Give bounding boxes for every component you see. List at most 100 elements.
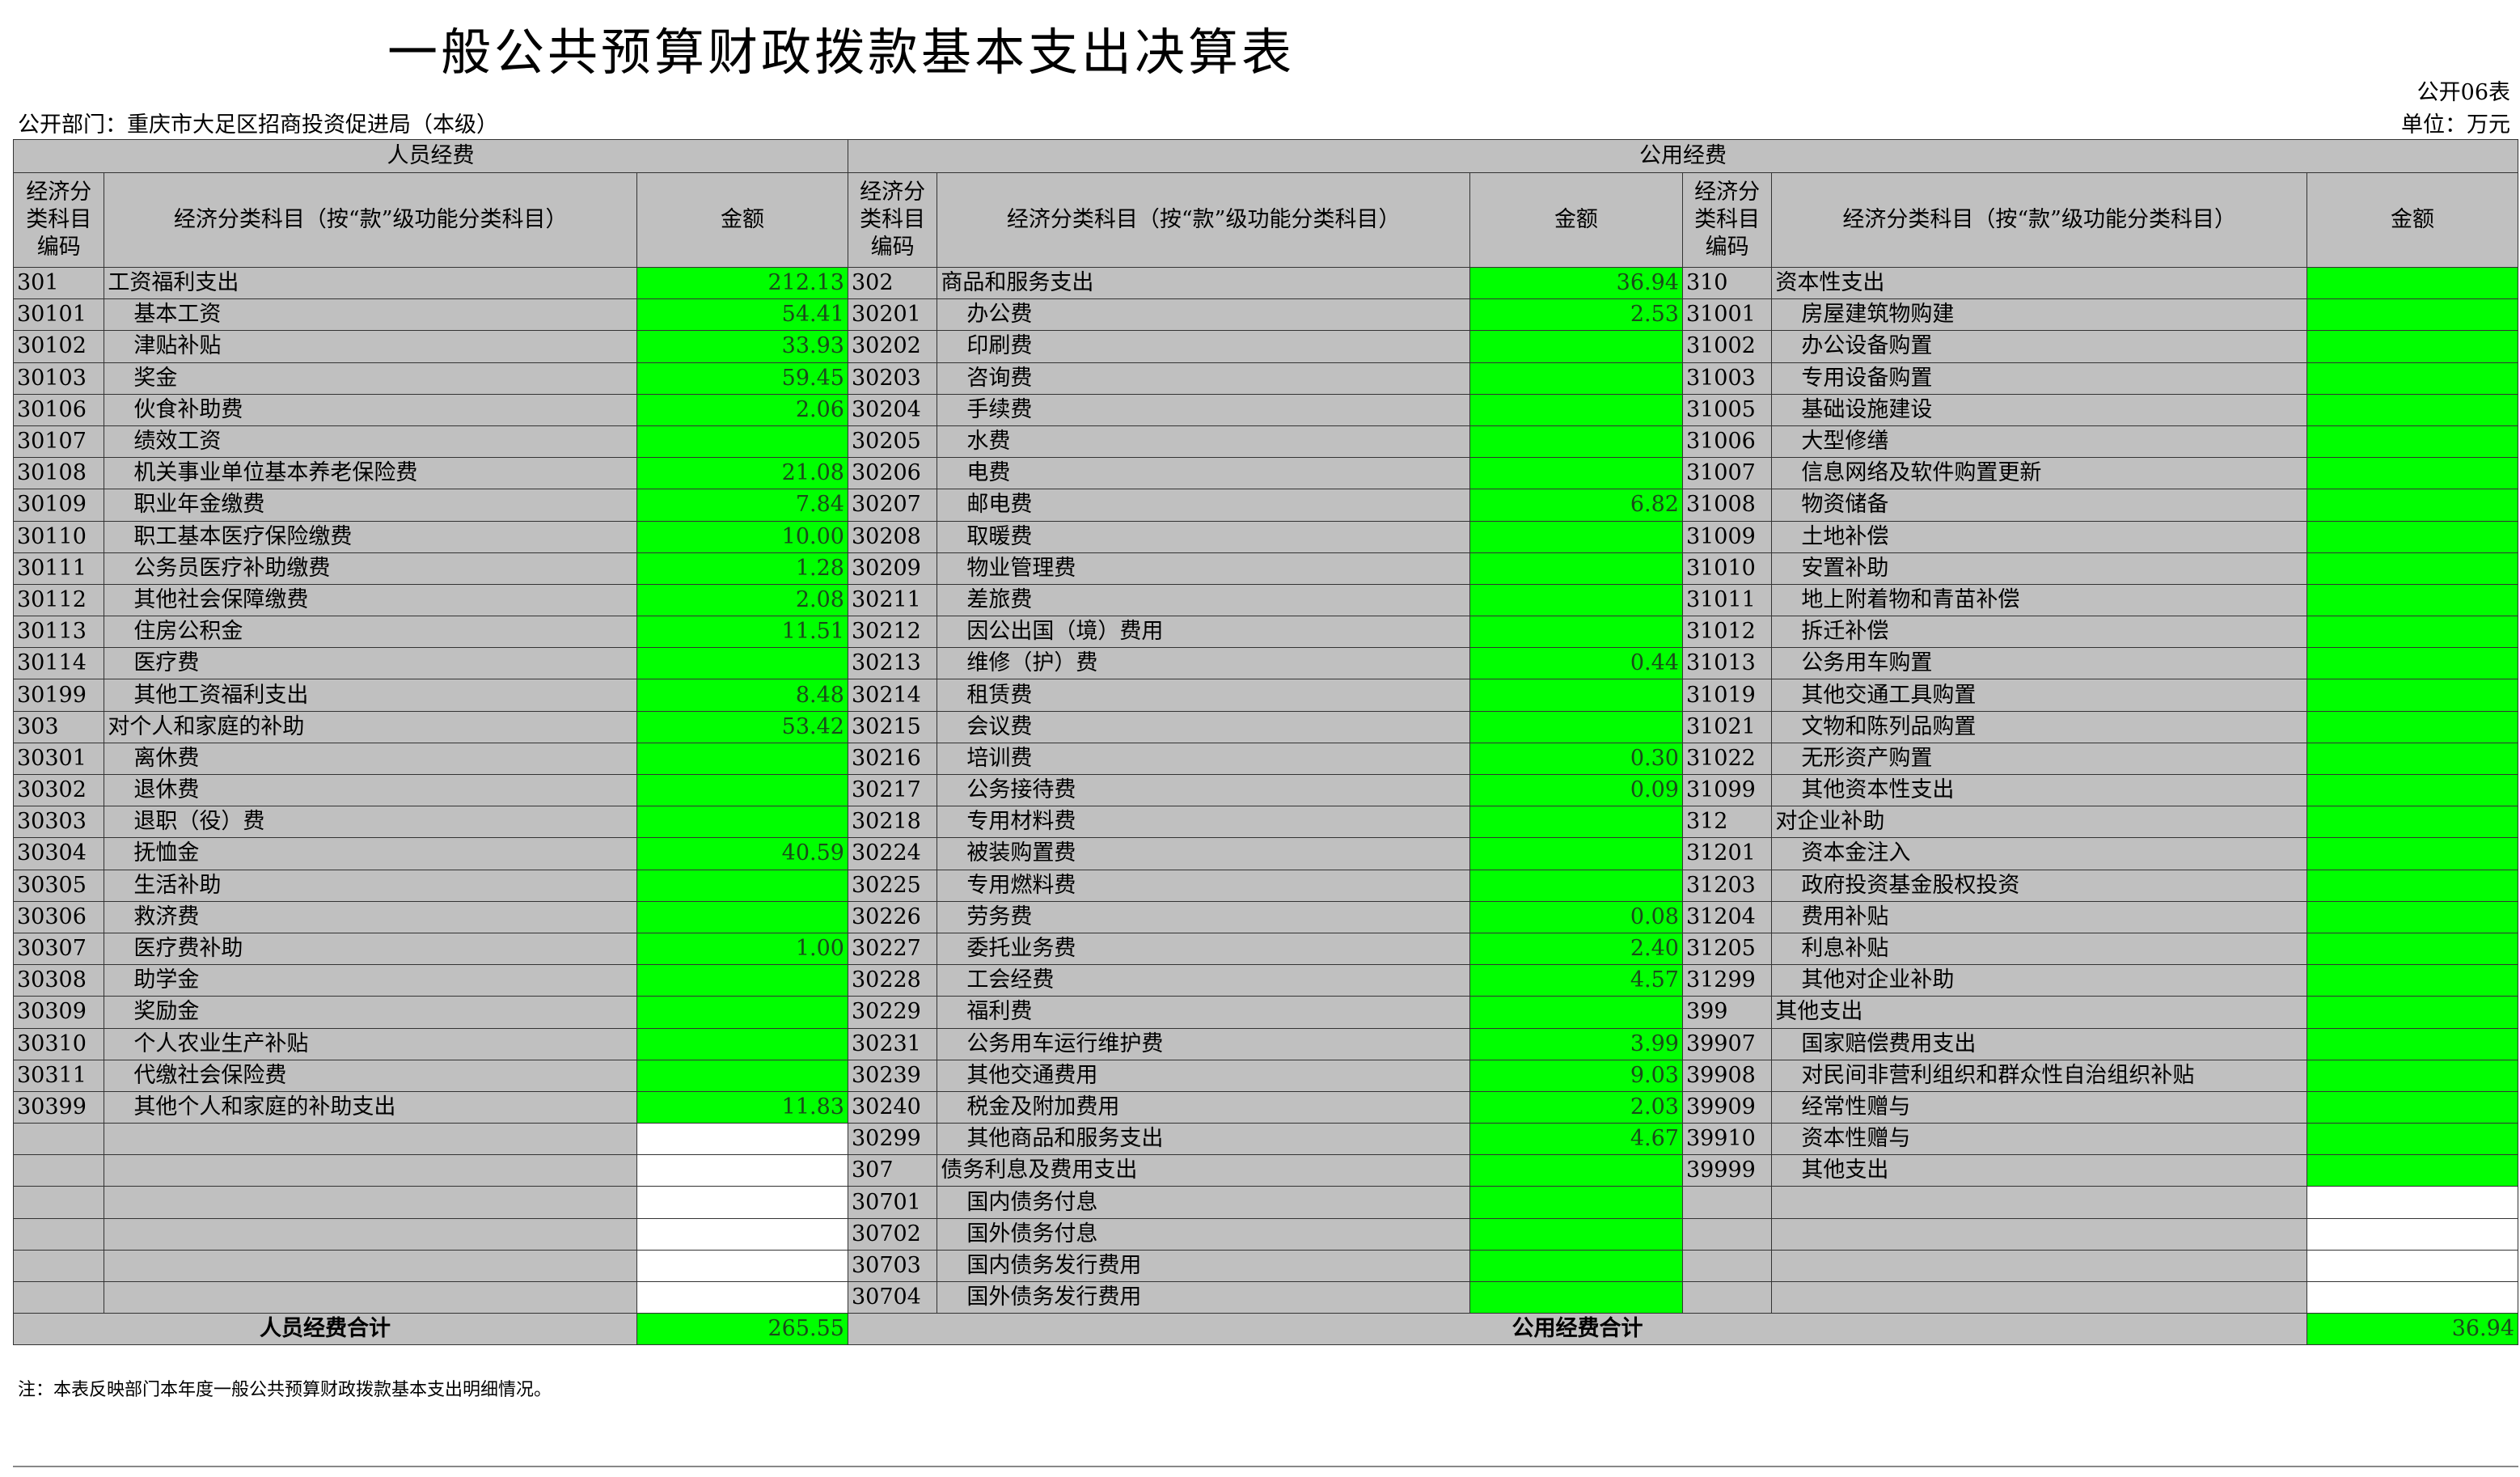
code-cell: 30305 <box>12 869 105 902</box>
item-name-cell: 税金及附加费用 <box>937 1090 1470 1124</box>
code-cell: 312 <box>1681 806 1773 839</box>
amount-cell <box>1469 1249 1683 1283</box>
name-header: 经济分类科目（按“款”级功能分类科目） <box>937 172 1470 268</box>
code-cell: 30306 <box>12 900 105 933</box>
amount-cell <box>2306 1059 2519 1092</box>
item-name-cell <box>104 1186 637 1219</box>
amount-cell <box>1469 1217 1683 1251</box>
item-name-cell: 办公设备购置 <box>1771 330 2307 363</box>
code-cell: 31005 <box>1681 393 1773 426</box>
item-name-cell: 大型修缮 <box>1771 425 2307 459</box>
amount-header: 金额 <box>636 172 848 268</box>
table-row: 30303 退职（役）费 30218 专用材料费 312 对企业补助 <box>12 806 2519 839</box>
code-cell: 30204 <box>847 393 938 426</box>
footnote: 注：本表反映部门本年度一般公共预算财政拨款基本支出明细情况。 <box>18 1380 552 1400</box>
item-name-cell: 国内债务付息 <box>937 1186 1470 1219</box>
code-cell <box>12 1249 105 1283</box>
name-header: 经济分类科目（按“款”级功能分类科目） <box>104 172 637 268</box>
amount-cell <box>2306 1280 2519 1314</box>
code-cell: 30209 <box>847 552 938 585</box>
code-cell: 30311 <box>12 1059 105 1092</box>
code-cell: 30310 <box>12 1027 105 1060</box>
amount-cell <box>1469 520 1683 553</box>
item-name-cell: 其他商品和服务支出 <box>937 1123 1470 1156</box>
amount-cell <box>2306 932 2519 966</box>
item-name-cell: 离休费 <box>104 742 637 776</box>
code-cell: 30111 <box>12 552 105 585</box>
code-header: 经济分类科目编码 <box>12 172 105 268</box>
code-cell: 30107 <box>12 425 105 459</box>
amount-cell <box>1469 837 1683 870</box>
code-cell: 30304 <box>12 837 105 870</box>
code-cell: 30201 <box>847 298 938 332</box>
amount-cell <box>1469 616 1683 649</box>
code-cell: 31011 <box>1681 583 1773 617</box>
item-name-cell: 商品和服务支出 <box>937 266 1470 300</box>
code-cell: 31009 <box>1681 520 1773 553</box>
item-name-cell <box>1771 1186 2307 1219</box>
amount-cell <box>2306 616 2519 649</box>
item-name-cell: 资本金注入 <box>1771 837 2307 870</box>
code-cell: 30206 <box>847 457 938 490</box>
amount-cell: 33.93 <box>636 330 848 363</box>
code-cell: 39910 <box>1681 1123 1773 1156</box>
table-row: 301 工资福利支出 212.13 302 商品和服务支出 36.94 310 资本性支出 <box>12 266 2519 300</box>
item-name-cell: 经常性赠与 <box>1771 1090 2307 1124</box>
amount-cell <box>1469 996 1683 1029</box>
table-row: 30111 公务员医疗补助缴费 1.28 30209 物业管理费 31010 安置补助 <box>12 552 2519 585</box>
table-row: 30306 救济费 30226 劳务费 0.08 31204 费用补贴 <box>12 900 2519 933</box>
code-cell: 39908 <box>1681 1059 1773 1092</box>
item-name-cell: 基础设施建设 <box>1771 393 2307 426</box>
amount-cell <box>2306 489 2519 522</box>
amount-cell <box>2306 457 2519 490</box>
amount-cell: 0.09 <box>1469 773 1683 807</box>
amount-cell: 3.99 <box>1469 1027 1683 1060</box>
code-cell: 30231 <box>847 1027 938 1060</box>
item-name-cell: 费用补贴 <box>1771 900 2307 933</box>
code-cell: 39907 <box>1681 1027 1773 1060</box>
amount-cell: 2.53 <box>1469 298 1683 332</box>
code-cell: 31002 <box>1681 330 1773 363</box>
code-cell: 302 <box>847 266 938 300</box>
amount-cell <box>636 869 848 902</box>
item-name-cell: 其他工资福利支出 <box>104 679 637 712</box>
amount-cell: 21.08 <box>636 457 848 490</box>
amount-cell: 4.67 <box>1469 1123 1683 1156</box>
item-name-cell: 退休费 <box>104 773 637 807</box>
table-row: 303 对个人和家庭的补助 53.42 30215 会议费 31021 文物和陈列品购置 <box>12 710 2519 743</box>
table-row: 30108 机关事业单位基本养老保险费 21.08 30206 电费 31007 信息网络及… <box>12 457 2519 490</box>
item-name-cell: 政府投资基金股权投资 <box>1771 869 2307 902</box>
code-header: 经济分类科目编码 <box>847 172 938 268</box>
code-cell <box>1681 1217 1773 1251</box>
table-row: 30102 津贴补贴 33.93 30202 印刷费 31002 办公设备购置 <box>12 330 2519 363</box>
item-name-cell <box>1771 1280 2307 1314</box>
item-name-cell: 公务员医疗补助缴费 <box>104 552 637 585</box>
item-name-cell: 其他支出 <box>1771 996 2307 1029</box>
code-cell: 30106 <box>12 393 105 426</box>
item-name-cell: 取暖费 <box>937 520 1470 553</box>
item-name-cell: 地上附着物和青苗补偿 <box>1771 583 2307 617</box>
amount-cell <box>2306 679 2519 712</box>
amount-cell <box>636 1059 848 1092</box>
item-name-cell: 租赁费 <box>937 679 1470 712</box>
amount-cell: 0.44 <box>1469 647 1683 680</box>
item-name-cell: 专用材料费 <box>937 806 1470 839</box>
code-cell: 30101 <box>12 298 105 332</box>
item-name-cell: 其他支出 <box>1771 1154 2307 1187</box>
code-cell <box>1681 1249 1773 1283</box>
personnel-group-header: 人员经费 <box>13 139 848 173</box>
code-cell: 30112 <box>12 583 105 617</box>
amount-cell <box>636 742 848 776</box>
code-cell: 30303 <box>12 806 105 839</box>
code-cell: 31201 <box>1681 837 1773 870</box>
code-cell: 31019 <box>1681 679 1773 712</box>
item-name-cell: 福利费 <box>937 996 1470 1029</box>
code-cell: 30103 <box>12 362 105 395</box>
item-name-cell: 资本性赠与 <box>1771 1123 2307 1156</box>
amount-cell <box>636 1186 848 1219</box>
code-cell: 30212 <box>847 616 938 649</box>
amount-cell: 8.48 <box>636 679 848 712</box>
item-name-cell: 伙食补助费 <box>104 393 637 426</box>
table-row: 30305 生活补助 30225 专用燃料费 31203 政府投资基金股权投资 <box>12 869 2519 902</box>
amount-cell <box>2306 1027 2519 1060</box>
